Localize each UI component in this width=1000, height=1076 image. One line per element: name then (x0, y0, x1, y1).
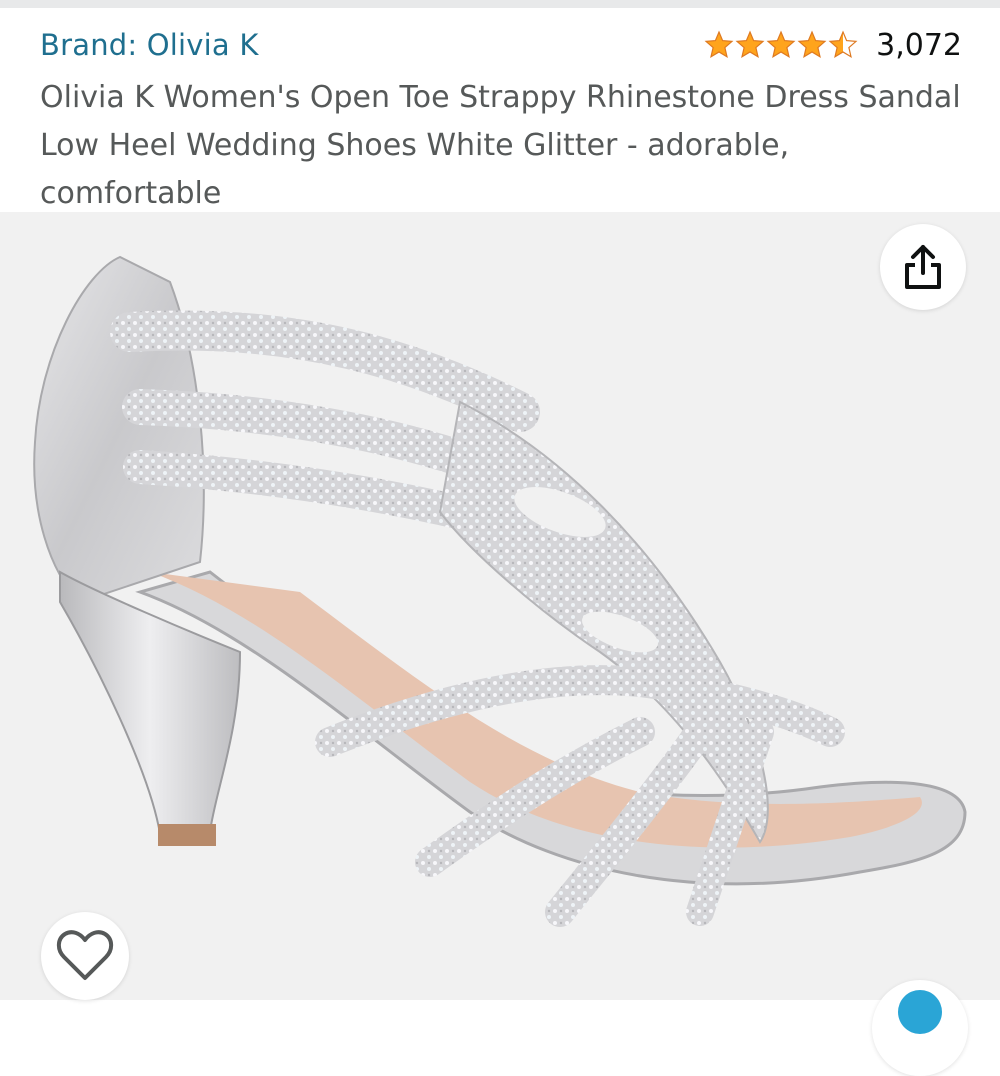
star-icon (735, 30, 765, 59)
share-icon (905, 245, 941, 289)
star-rating (704, 30, 858, 60)
share-button[interactable] (880, 224, 966, 310)
brand-link[interactable]: Brand: Olivia K (40, 28, 259, 62)
product-title: Olivia K Women's Open Toe Strappy Rhines… (40, 80, 961, 211)
product-image[interactable] (0, 212, 1000, 1000)
heart-icon (56, 930, 114, 980)
top-divider (0, 0, 1000, 8)
star-icon (766, 30, 796, 59)
rating-summary[interactable]: 3,072 (704, 26, 962, 64)
product-header: Brand: Olivia K 3,072 Olivia K Women's O… (0, 8, 1000, 212)
star-icon (828, 30, 858, 59)
wishlist-button[interactable] (41, 912, 129, 1000)
review-count[interactable]: 3,072 (876, 28, 962, 63)
star-icon (797, 30, 827, 59)
star-icon (704, 30, 734, 59)
floating-action-button[interactable] (872, 980, 968, 1076)
action-icon (898, 990, 942, 1034)
